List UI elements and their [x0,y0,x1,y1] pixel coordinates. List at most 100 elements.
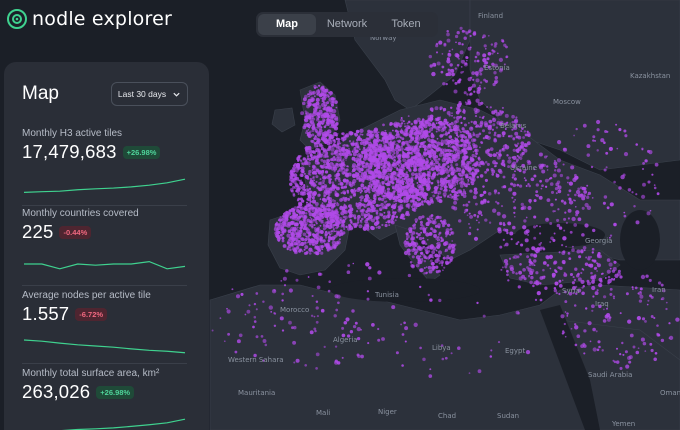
node-dot [281,236,285,240]
node-dot [301,186,306,190]
node-dot [309,130,312,134]
node-dot [337,183,340,185]
node-dot [321,97,324,100]
node-dot [632,288,634,290]
node-dot [312,117,316,121]
node-dot [335,106,338,109]
node-dot [331,108,337,114]
node-dot [406,213,411,217]
node-dot [326,220,331,225]
node-dot [550,202,554,207]
node-dot [598,254,603,259]
node-dot [412,183,415,186]
node-dot [586,195,590,200]
date-range-select[interactable]: Last 30 days [111,82,188,106]
node-dot [435,130,438,133]
node-dot [466,214,469,217]
map-country-label: Kazakhstan [630,72,670,80]
node-dot [366,187,370,191]
tab-network[interactable]: Network [316,14,378,35]
node-dot [592,278,596,282]
node-dot [316,315,319,318]
node-dot [463,135,468,140]
node-dot [527,133,531,138]
node-dot [601,349,604,352]
node-dot [375,183,378,186]
node-dot [349,207,354,212]
node-dot [419,163,424,167]
node-dot [281,329,285,332]
node-dot [446,195,450,198]
node-dot [396,178,400,182]
node-dot [327,289,331,293]
node-dot [382,168,386,172]
node-dot [635,143,638,146]
node-dot [481,36,484,39]
metric-value: 1.557 [22,303,70,324]
node-dot [340,136,344,140]
node-dot [323,194,326,198]
node-dot [363,205,366,208]
node-dot [445,82,448,86]
tab-token[interactable]: Token [378,14,434,35]
node-dot [457,150,461,154]
node-dot [333,199,337,203]
node-dot [405,232,409,236]
node-dot [335,152,340,157]
node-dot [356,145,360,149]
brand-logo[interactable]: nodle explorer [6,8,172,30]
node-dot [581,206,585,210]
node-dot [611,269,616,273]
node-dot [342,178,347,183]
node-dot [281,292,285,296]
node-dot [279,316,284,321]
node-dot [404,326,409,331]
node-dot [304,212,308,215]
node-dot [460,122,463,124]
node-dot [340,211,345,216]
node-dot [464,192,467,195]
node-dot [441,357,445,361]
node-dot [234,350,238,354]
node-dot [328,108,331,112]
node-dot [366,297,370,301]
node-dot [323,125,327,129]
node-dot [309,200,312,203]
node-dot [328,178,332,182]
node-dot [277,222,283,227]
node-dot [447,182,452,187]
node-dot [480,101,484,105]
node-dot [576,334,581,339]
node-dot [372,158,377,163]
node-dot [330,230,333,233]
node-dot [431,182,434,184]
node-dot [376,167,379,170]
tab-map[interactable]: Map [258,14,316,35]
node-dot [491,49,494,52]
node-dot [448,114,451,117]
node-dot [507,135,511,138]
node-dot [317,272,322,276]
node-dot [302,232,307,237]
node-dot [300,183,303,186]
node-dot [334,117,339,122]
node-dot [314,160,320,165]
node-dot [436,61,441,66]
node-dot [548,254,554,259]
node-dot [465,203,469,207]
node-dot [464,139,469,144]
node-dot [462,116,466,120]
node-dot [443,242,447,246]
node-dot [429,114,434,119]
node-dot [490,349,493,352]
node-dot [410,129,414,133]
node-dot [549,182,554,186]
node-dot [441,134,444,137]
node-dot [429,146,433,150]
node-dot [472,142,476,147]
node-dot [512,191,517,196]
node-dot [399,125,402,128]
node-dot [285,269,289,273]
node-dot [644,159,648,163]
node-dot [609,202,614,207]
